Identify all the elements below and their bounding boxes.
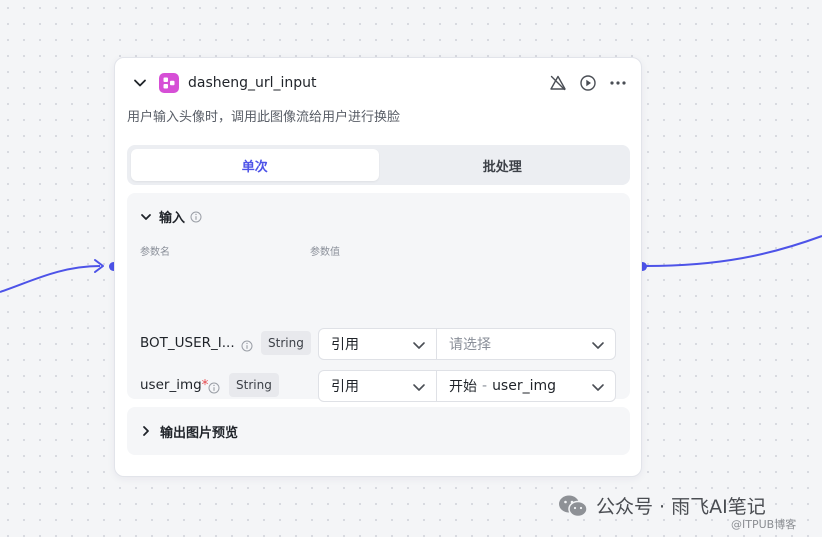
- value-select[interactable]: 开始 - user_img: [436, 370, 616, 402]
- type-tag: String: [229, 373, 279, 397]
- param-name: BOT_USER_I...: [140, 335, 235, 351]
- more-icon: [610, 81, 626, 85]
- collapse-node-button[interactable]: [131, 74, 149, 92]
- run-mode-tabs: 单次 批处理: [127, 145, 630, 185]
- watermark-text: 公众号 · 雨飞AI笔记: [596, 496, 766, 518]
- type-tag: String: [261, 331, 311, 355]
- value-variable: user_img: [492, 378, 557, 394]
- param-name-header: 参数名: [140, 247, 170, 258]
- outgoing-edge: [645, 235, 822, 267]
- info-icon[interactable]: [190, 211, 202, 223]
- chevron-down-icon: [141, 213, 151, 220]
- value-placeholder: 请选择: [449, 337, 491, 353]
- chevron-down-icon: [134, 79, 146, 87]
- node-title: dasheng_url_input: [188, 75, 317, 91]
- watermark: 公众号 · 雨飞AI笔记: [558, 492, 766, 519]
- debug-disabled-icon: [550, 75, 566, 91]
- node-description: 用户输入头像时，调用此图像流给用户进行换脸: [127, 110, 401, 125]
- debug-toggle-button[interactable]: [549, 74, 567, 92]
- value-select[interactable]: 请选择: [436, 328, 616, 360]
- chevron-down-icon: [413, 342, 425, 349]
- tab-batch[interactable]: 批处理: [379, 149, 627, 181]
- incoming-edge: [0, 265, 101, 293]
- param-row: user_img* String 引用 开始 - user_img: [127, 370, 630, 402]
- workflow-icon: [159, 73, 179, 93]
- info-icon[interactable]: [241, 337, 253, 356]
- output-preview-section[interactable]: 输出图片预览: [127, 407, 630, 455]
- tab-single[interactable]: 单次: [131, 149, 379, 181]
- chevron-down-icon: [592, 384, 604, 391]
- chevron-right-icon: [143, 426, 149, 436]
- workflow-node[interactable]: dasheng_url_input 用户输入头像时，调用此图像流给用户进行换脸 …: [114, 57, 642, 477]
- input-section-title: 输入: [159, 211, 186, 226]
- watermark-subtext: @ITPUB博客: [731, 518, 797, 531]
- output-preview-title: 输出图片预览: [160, 425, 239, 441]
- wechat-icon: [559, 495, 588, 517]
- node-header: dasheng_url_input: [131, 72, 627, 94]
- info-icon[interactable]: [208, 379, 220, 398]
- input-section: 输入 参数名 参数值 BOT_USER_I... String 引用 请选择 u…: [127, 193, 630, 443]
- param-name: user_img*: [140, 377, 209, 393]
- chevron-down-icon: [413, 384, 425, 391]
- input-section-toggle[interactable]: 输入: [140, 207, 202, 226]
- value-source: 开始: [449, 379, 477, 395]
- play-icon: [580, 75, 596, 91]
- param-value-header: 参数值: [310, 247, 340, 258]
- run-node-button[interactable]: [579, 74, 597, 92]
- param-row: BOT_USER_I... String 引用 请选择: [127, 328, 630, 360]
- ref-type-select[interactable]: 引用: [318, 328, 437, 360]
- chevron-down-icon: [592, 342, 604, 349]
- more-options-button[interactable]: [609, 74, 627, 92]
- ref-type-select[interactable]: 引用: [318, 370, 437, 402]
